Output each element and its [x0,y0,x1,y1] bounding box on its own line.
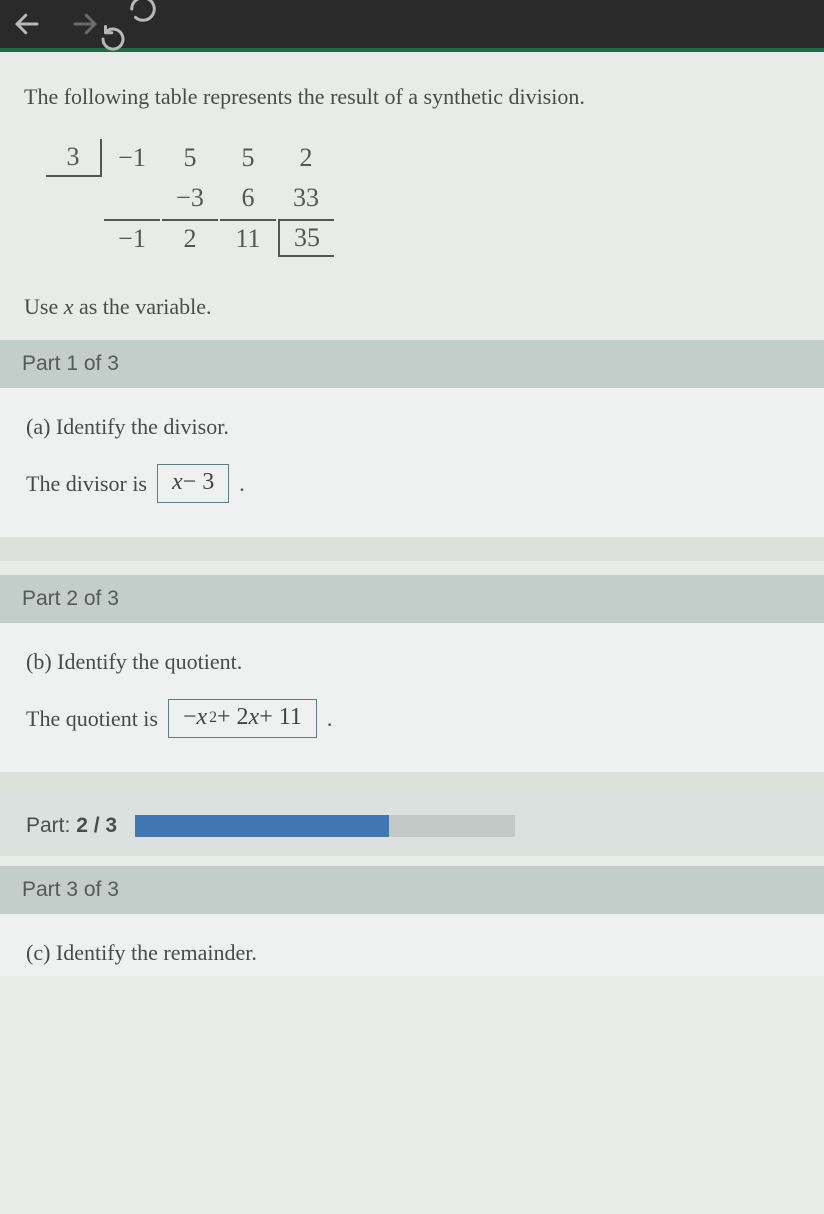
text: Use [24,294,64,319]
part-1-answer-line: The divisor is x − 3 . [26,464,798,503]
progress-row: Part: 2 / 3 [0,796,824,856]
variable-x: x [197,704,208,731]
progress-current: 2 [76,814,88,837]
text: − 3 [183,469,215,496]
use-variable-text: Use x as the variable. [24,294,800,320]
synthetic-division-table: 3 −1 5 5 2 −3 6 33 −1 2 11 35 [44,137,336,259]
tableau-divisor: 3 [46,139,102,177]
part-3-prompt: (c) Identify the remainder. [26,940,798,966]
tableau-cell: 6 [220,179,276,217]
text: − [183,704,197,731]
tableau-cell: 2 [162,219,218,257]
browser-nav-bar [0,0,824,52]
tableau-cell: 5 [162,139,218,177]
text: Part: [26,814,76,837]
answer-label: The quotient is [26,706,158,732]
part-2-prompt: (b) Identify the quotient. [26,649,798,675]
answer-label: The divisor is [26,471,147,497]
tableau-cell: −1 [104,139,160,177]
text: + 11 [259,704,302,731]
progress-total: 3 [105,814,117,837]
variable-x: x [172,469,183,496]
divisor-answer-box[interactable]: x − 3 [157,464,229,503]
text: . [239,471,245,497]
part-3-body: (c) Identify the remainder. [0,914,824,976]
reload-icon[interactable] [128,0,158,54]
back-icon[interactable] [12,9,42,39]
progress-bar [135,815,515,837]
part-1-prompt: (a) Identify the divisor. [26,414,798,440]
variable-x: x [249,704,260,731]
part-1-header: Part 1 of 3 [0,340,824,388]
forward-icon[interactable] [70,9,100,39]
part-1-body: (a) Identify the divisor. The divisor is… [0,388,824,537]
progress-label: Part: 2 / 3 [26,814,117,838]
progress-fill [135,815,388,837]
tableau-cell [104,179,160,217]
tableau-cell: 11 [220,219,276,257]
part-3-header: Part 3 of 3 [0,866,824,914]
text: + 2 [217,704,249,731]
part-2-block: Part 2 of 3 (b) Identify the quotient. T… [0,575,824,772]
tableau-cell: 5 [220,139,276,177]
part-1-block: Part 1 of 3 (a) Identify the divisor. Th… [0,340,824,537]
exponent: 2 [209,709,217,727]
text: / [88,814,106,837]
tableau-cell: 33 [278,179,334,217]
intro-text: The following table represents the resul… [24,80,800,113]
part-2-answer-line: The quotient is −x2 + 2x + 11 . [26,699,798,738]
text: . [327,706,333,732]
tableau-cell: −3 [162,179,218,217]
part-2-body: (b) Identify the quotient. The quotient … [0,623,824,772]
tableau-cell: −1 [104,219,160,257]
part-3-block: Part 3 of 3 (c) Identify the remainder. [0,866,824,976]
tableau-remainder: 35 [278,219,334,257]
part-2-header: Part 2 of 3 [0,575,824,623]
tableau-cell: 2 [278,139,334,177]
text: as the variable. [73,294,211,319]
page-content: The following table represents the resul… [0,52,824,320]
quotient-answer-box[interactable]: −x2 + 2x + 11 [168,699,317,738]
